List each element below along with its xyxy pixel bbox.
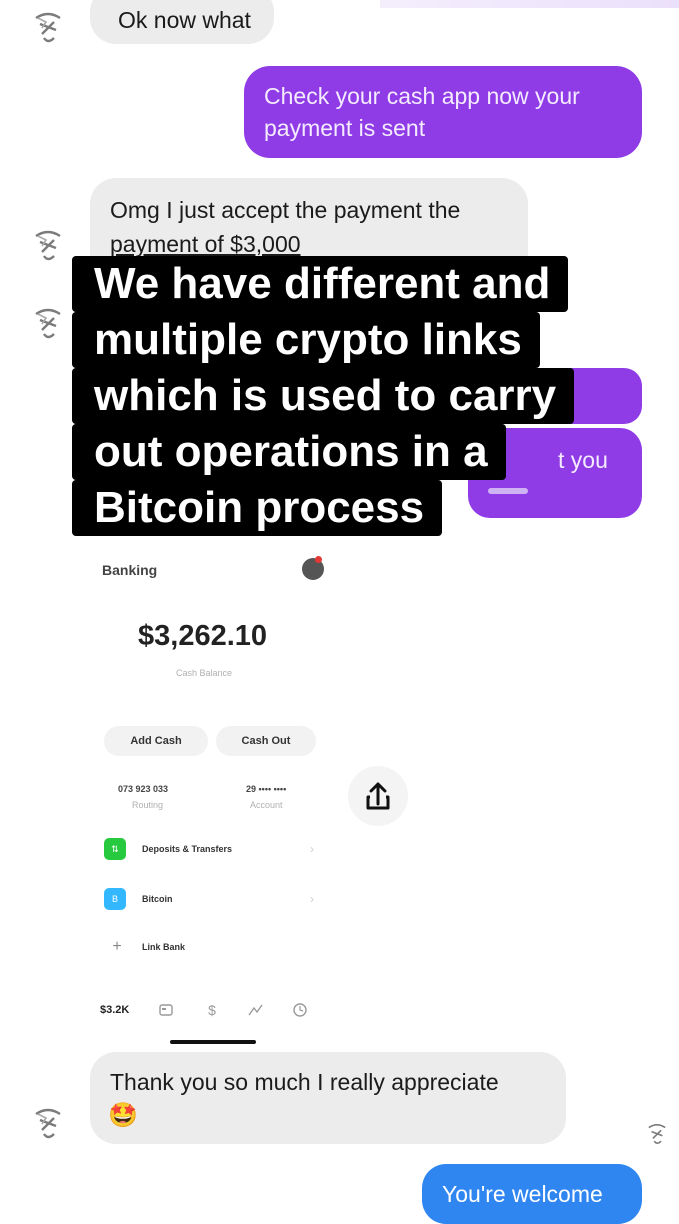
top-strip: [380, 0, 679, 8]
avatar-sketch-icon: [35, 12, 61, 43]
avatar-sketch-icon: [35, 1108, 61, 1139]
message-text: Check your cash app now your payment is …: [264, 83, 580, 141]
card-icon[interactable]: [156, 1000, 176, 1020]
overlay-caption-line: out operations in a: [72, 424, 506, 480]
account-number: 29 •••• ••••: [246, 784, 287, 794]
overlay-caption-line: which is used to carry: [72, 368, 575, 424]
overlay-caption-line: multiple crypto links: [72, 312, 540, 368]
contact-avatar[interactable]: [26, 300, 70, 344]
menu-item-label: Deposits & Transfers: [142, 844, 233, 854]
banking-header: Banking: [102, 562, 158, 578]
message-text: Ok now what: [118, 7, 251, 33]
message-text-fragment: [488, 488, 528, 494]
overlay-caption-line: We have different and: [72, 256, 569, 312]
menu-item-deposits-transfers[interactable]: ⇅ Deposits & Transfers ›: [104, 838, 324, 862]
message-text: You're welcome: [442, 1181, 603, 1207]
account-label: Account: [250, 800, 283, 810]
avatar-sketch-icon: [35, 308, 61, 339]
plus-icon: +: [112, 938, 122, 955]
outgoing-message[interactable]: You're welcome: [422, 1164, 642, 1224]
contact-avatar[interactable]: [26, 4, 70, 48]
menu-item-link-bank[interactable]: + Link Bank: [104, 936, 324, 960]
menu-item-label: Link Bank: [142, 942, 186, 952]
incoming-message[interactable]: Ok now what: [90, 0, 274, 44]
avatar-sketch-icon: [648, 1124, 666, 1145]
menu-item-bitcoin[interactable]: B Bitcoin ›: [104, 888, 324, 912]
contact-avatar[interactable]: [26, 1100, 70, 1144]
add-cash-button[interactable]: Add Cash: [104, 726, 208, 756]
profile-icon[interactable]: [302, 556, 324, 580]
message-text: t you: [558, 447, 608, 473]
notification-dot-icon: [315, 556, 322, 563]
investing-icon[interactable]: [246, 1000, 266, 1020]
overlay-caption-line: Bitcoin process: [72, 480, 443, 536]
transfer-icon: ⇅: [104, 838, 126, 860]
cash-out-button[interactable]: Cash Out: [216, 726, 316, 756]
menu-item-label: Bitcoin: [142, 894, 173, 904]
chevron-right-icon: ›: [310, 842, 314, 856]
cash-balance-caption: Cash Balance: [176, 668, 233, 678]
own-avatar[interactable]: [642, 1118, 672, 1148]
message-text: Thank you so much I really appreciate: [110, 1069, 499, 1095]
cash-out-label: Cash Out: [241, 735, 291, 747]
outgoing-message[interactable]: Check your cash app now your payment is …: [244, 66, 642, 158]
incoming-message[interactable]: Thank you so much I really appreciate 🤩: [90, 1052, 566, 1144]
message-text-line: Omg I just accept the payment the: [110, 197, 461, 223]
share-button[interactable]: [348, 766, 408, 826]
home-indicator: [170, 1040, 256, 1044]
dollar-icon[interactable]: $: [202, 1000, 222, 1020]
cash-balance: $3,262.10: [138, 620, 268, 652]
star-struck-emoji-icon: 🤩: [108, 1102, 138, 1129]
tab-balance[interactable]: $3.2K: [100, 1004, 129, 1016]
bitcoin-icon: B: [104, 888, 126, 910]
avatar-sketch-icon: [35, 230, 61, 261]
routing-label: Routing: [132, 800, 164, 810]
routing-number: 073 923 033: [118, 784, 169, 794]
chevron-right-icon: ›: [310, 892, 314, 906]
activity-clock-icon[interactable]: [290, 1000, 310, 1020]
contact-avatar[interactable]: [26, 222, 70, 266]
add-cash-label: Add Cash: [130, 735, 182, 747]
share-icon: [366, 782, 390, 810]
